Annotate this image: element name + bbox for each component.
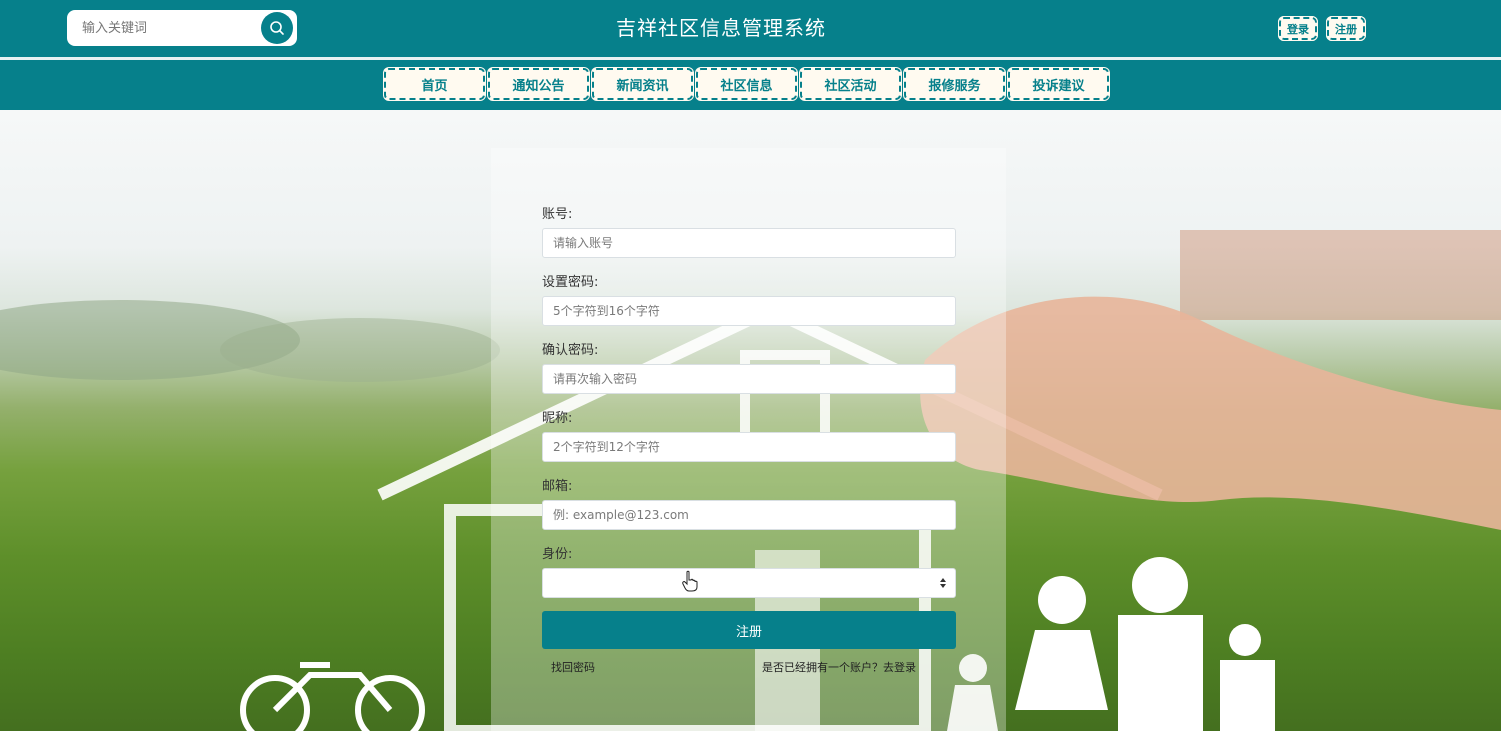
role-select[interactable] — [542, 568, 956, 598]
nav-item-complaints[interactable]: 投诉建议 — [1008, 68, 1109, 100]
go-login-link[interactable]: 是否已经拥有一个账户？去登录 — [762, 659, 916, 675]
search-button[interactable] — [261, 12, 293, 44]
email-label: 邮箱: — [542, 479, 573, 494]
login-button[interactable]: 登录 — [1278, 16, 1318, 41]
confirm-password-input[interactable] — [542, 364, 956, 394]
nickname-input[interactable] — [542, 432, 956, 462]
register-button[interactable]: 注册 — [1326, 16, 1366, 41]
hand-cursor-icon — [682, 570, 698, 592]
register-submit-button[interactable]: 注册 — [542, 611, 956, 649]
nickname-label: 昵称: — [542, 411, 573, 426]
account-label: 账号: — [542, 207, 573, 222]
password-label: 设置密码: — [542, 275, 599, 290]
search-input[interactable] — [67, 10, 257, 46]
nav-item-community-activity[interactable]: 社区活动 — [800, 68, 901, 100]
confirm-password-label: 确认密码: — [542, 343, 599, 358]
role-label: 身份: — [542, 547, 573, 562]
nav-item-community-info[interactable]: 社区信息 — [696, 68, 797, 100]
forgot-password-link[interactable]: 找回密码 — [551, 659, 595, 675]
email-input[interactable] — [542, 500, 956, 530]
nav-item-repair-service[interactable]: 报修服务 — [904, 68, 1005, 100]
nav-item-news[interactable]: 新闻资讯 — [592, 68, 693, 100]
main-nav: 首页 通知公告 新闻资讯 社区信息 社区活动 报修服务 投诉建议 — [384, 68, 1109, 100]
nav-item-home[interactable]: 首页 — [384, 68, 485, 100]
password-input[interactable] — [542, 296, 956, 326]
select-caret-icon — [940, 578, 946, 588]
nav-item-notices[interactable]: 通知公告 — [488, 68, 589, 100]
account-input[interactable] — [542, 228, 956, 258]
site-title: 吉祥社区信息管理系统 — [616, 16, 826, 40]
search-icon — [270, 21, 284, 35]
